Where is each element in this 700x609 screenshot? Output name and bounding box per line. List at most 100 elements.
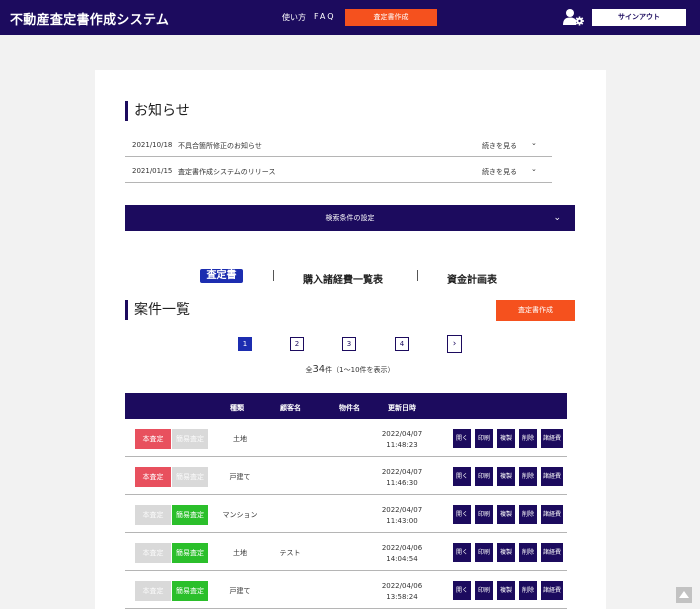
cell-time: 11:43:00 — [386, 517, 418, 525]
badge-full-appraisal[interactable]: 本査定 — [135, 581, 171, 601]
scroll-top-button[interactable] — [676, 587, 692, 603]
search-conditions-label: 検索条件の設定 — [325, 214, 375, 222]
page-button-2[interactable]: 2 — [290, 337, 304, 351]
page-button-3[interactable]: 3 — [342, 337, 356, 351]
badge-simple-appraisal[interactable]: 簡易査定 — [172, 505, 208, 525]
expenses-button[interactable]: 諸経費 — [541, 543, 563, 562]
app-title: 不動産査定書作成システム — [10, 13, 170, 28]
news-item: 2021/01/15 査定書作成システムのリリース 続きを見る ⌄ — [125, 157, 552, 183]
cell-updated: 2022/04/07 11:48:23 — [377, 429, 427, 451]
badge-simple-appraisal[interactable]: 簡易査定 — [172, 581, 208, 601]
tab-divider — [417, 270, 418, 281]
news-more-link[interactable]: 続きを見る — [482, 167, 517, 177]
cell-date: 2022/04/07 — [381, 468, 423, 476]
delete-button[interactable]: 削除 — [519, 467, 537, 486]
tab-appraisal[interactable]: 査定書 — [200, 269, 243, 283]
chevron-down-icon[interactable]: ⌄ — [531, 165, 537, 173]
badge-full-appraisal[interactable]: 本査定 — [135, 429, 171, 449]
cell-updated: 2022/04/07 11:46:30 — [377, 467, 427, 489]
cell-time: 13:58:24 — [386, 593, 418, 601]
news-heading: お知らせ — [125, 101, 190, 121]
table-row: 本査定 簡易査定 土地 テスト 2022/04/06 14:04:54 開く 印刷 複製 削除 諸経… — [125, 533, 567, 571]
cell-updated: 2022/04/07 11:43:00 — [377, 505, 427, 527]
cell-type: マンション — [222, 511, 258, 519]
badge-full-appraisal[interactable]: 本査定 — [135, 505, 171, 525]
news-title: 不具合箇所修正のお知らせ — [178, 142, 262, 150]
duplicate-button[interactable]: 複製 — [497, 429, 515, 448]
column-updated: 更新日時 — [388, 404, 416, 412]
news-date: 2021/10/18 — [132, 141, 173, 149]
duplicate-button[interactable]: 複製 — [497, 581, 515, 600]
badge-simple-appraisal[interactable]: 簡易査定 — [172, 429, 208, 449]
expenses-button[interactable]: 諸経費 — [541, 505, 563, 524]
news-item: 2021/10/18 不具合箇所修正のお知らせ 続きを見る ⌄ — [125, 131, 552, 157]
nav-faq-link[interactable]: FAQ — [314, 12, 336, 21]
chevron-down-icon[interactable]: ⌄ — [531, 139, 537, 147]
cell-date: 2022/04/06 — [381, 544, 423, 552]
search-conditions-toggle[interactable]: 検索条件の設定 ⌄ — [125, 205, 575, 231]
duplicate-button[interactable]: 複製 — [497, 543, 515, 562]
print-button[interactable]: 印刷 — [475, 429, 493, 448]
delete-button[interactable]: 削除 — [519, 581, 537, 600]
header-create-appraisal-button[interactable]: 査定書作成 — [345, 9, 437, 26]
open-button[interactable]: 開く — [453, 581, 471, 600]
tab-purchase-costs[interactable]: 購入諸経費一覧表 — [303, 271, 383, 286]
print-button[interactable]: 印刷 — [475, 467, 493, 486]
count-suffix: 件（1〜10件を表示） — [325, 366, 395, 374]
news-more-link[interactable]: 続きを見る — [482, 141, 517, 151]
badge-full-appraisal[interactable]: 本査定 — [135, 467, 171, 487]
table-row: 本査定 簡易査定 戸建て 2022/04/06 13:58:24 開く 印刷 複製 削除 諸経費 — [125, 571, 567, 609]
page-button-4[interactable]: 4 — [395, 337, 409, 351]
print-button[interactable]: 印刷 — [475, 581, 493, 600]
duplicate-button[interactable]: 複製 — [497, 505, 515, 524]
news-title: 査定書作成システムのリリース — [178, 168, 276, 176]
cell-time: 11:46:30 — [386, 479, 418, 487]
badge-simple-appraisal[interactable]: 簡易査定 — [172, 543, 208, 563]
open-button[interactable]: 開く — [453, 505, 471, 524]
cell-type: 戸建て — [229, 473, 251, 481]
create-appraisal-button[interactable]: 査定書作成 — [496, 300, 575, 321]
cell-date: 2022/04/07 — [381, 506, 423, 514]
table-header: 種類 顧客名 物件名 更新日時 — [125, 393, 567, 419]
cell-type: 土地 — [233, 435, 247, 443]
chevron-down-icon: ⌄ — [553, 213, 561, 223]
expenses-button[interactable]: 諸経費 — [541, 429, 563, 448]
delete-button[interactable]: 削除 — [519, 543, 537, 562]
cell-time: 14:04:54 — [386, 555, 418, 563]
column-client: 顧客名 — [280, 404, 301, 412]
count-total: 34 — [312, 364, 326, 375]
cell-time: 11:48:23 — [386, 441, 418, 449]
table-row: 本査定 簡易査定 マンション 2022/04/07 11:43:00 開く 印刷 複製 削除 諸経… — [125, 495, 567, 533]
print-button[interactable]: 印刷 — [475, 505, 493, 524]
column-property: 物件名 — [339, 404, 360, 412]
badge-simple-appraisal[interactable]: 簡易査定 — [172, 467, 208, 487]
open-button[interactable]: 開く — [453, 429, 471, 448]
next-page-icon[interactable]: › — [447, 335, 462, 353]
signout-button[interactable]: サインアウト — [592, 9, 686, 26]
cell-updated: 2022/04/06 13:58:24 — [377, 581, 427, 603]
open-button[interactable]: 開く — [453, 543, 471, 562]
news-date: 2021/01/15 — [132, 167, 173, 175]
badge-full-appraisal[interactable]: 本査定 — [135, 543, 171, 563]
print-button[interactable]: 印刷 — [475, 543, 493, 562]
cell-date: 2022/04/07 — [381, 430, 423, 438]
delete-button[interactable]: 削除 — [519, 505, 537, 524]
nav-usage-link[interactable]: 使い方 — [282, 12, 306, 23]
table-row: 本査定 簡易査定 土地 2022/04/07 11:48:23 開く 印刷 複製 削除 諸経費 — [125, 419, 567, 457]
user-settings-icon[interactable] — [563, 8, 585, 26]
cases-heading: 案件一覧 — [125, 300, 190, 320]
cell-updated: 2022/04/06 14:04:54 — [377, 543, 427, 565]
tab-funding-plan[interactable]: 資金計画表 — [447, 271, 497, 286]
result-count: 全34件（1〜10件を表示） — [0, 364, 700, 375]
expenses-button[interactable]: 諸経費 — [541, 581, 563, 600]
cell-type: 戸建て — [229, 587, 251, 595]
cell-client: テスト — [279, 549, 301, 557]
delete-button[interactable]: 削除 — [519, 429, 537, 448]
duplicate-button[interactable]: 複製 — [497, 467, 515, 486]
open-button[interactable]: 開く — [453, 467, 471, 486]
column-type: 種類 — [230, 404, 244, 412]
expenses-button[interactable]: 諸経費 — [541, 467, 563, 486]
cell-date: 2022/04/06 — [381, 582, 423, 590]
table-row: 本査定 簡易査定 戸建て 2022/04/07 11:46:30 開く 印刷 複製 削除 諸経費 — [125, 457, 567, 495]
page-button-1[interactable]: 1 — [238, 337, 252, 351]
